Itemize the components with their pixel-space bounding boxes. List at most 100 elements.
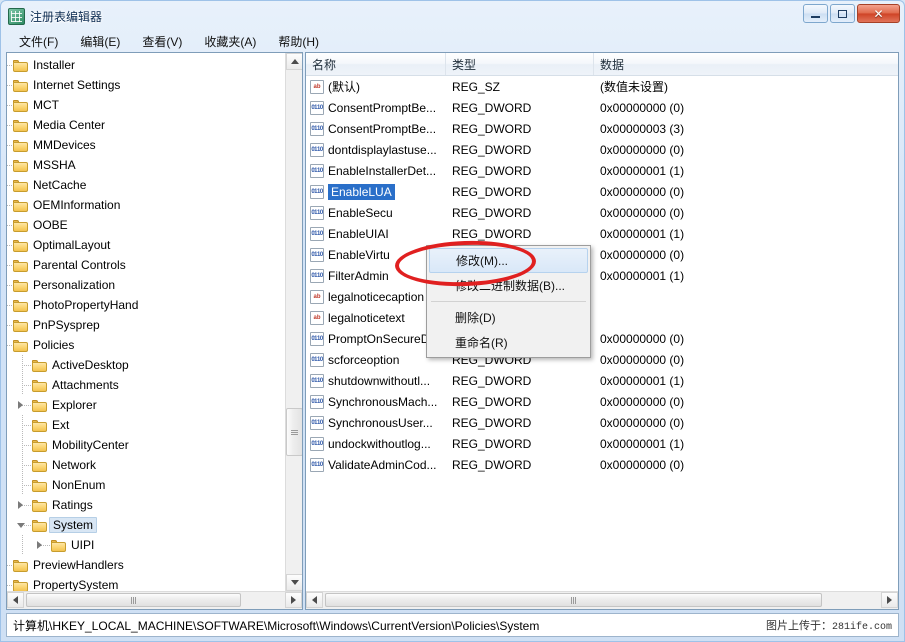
- table-row[interactable]: ablegalnoticecaptionREG_SZ: [306, 286, 898, 307]
- list-rows-area: ab(默认)REG_SZ(数值未设置)01 10ConsentPromptBe.…: [306, 76, 898, 591]
- tree-expand-arrow-icon[interactable]: [18, 501, 23, 509]
- watermark-prefix: 图片上传于：: [766, 620, 832, 632]
- maximize-button[interactable]: [830, 4, 855, 23]
- table-row[interactable]: 01 10dontdisplaylastuse...REG_DWORD0x000…: [306, 139, 898, 160]
- menu-item-2[interactable]: 查看(V): [132, 30, 192, 53]
- table-row[interactable]: ablegalnoticetextREG_SZ: [306, 307, 898, 328]
- tree-guide-dash: [7, 585, 12, 586]
- tree-node-system[interactable]: System: [7, 515, 302, 535]
- context-menu-item-0[interactable]: 修改(M)...: [429, 248, 588, 273]
- column-header-type[interactable]: 类型: [446, 53, 594, 75]
- table-row[interactable]: 01 10scforceoptionREG_DWORD0x00000000 (0…: [306, 349, 898, 370]
- folder-icon: [13, 319, 29, 332]
- tree-node-oobe[interactable]: OOBE: [7, 215, 302, 235]
- cell-type: REG_DWORD: [446, 458, 594, 472]
- table-row[interactable]: 01 10EnableLUAREG_DWORD0x00000000 (0): [306, 181, 898, 202]
- tree-node-activedesktop[interactable]: ActiveDesktop: [7, 355, 302, 375]
- tree-node-pnpsysprep[interactable]: PnPSysprep: [7, 315, 302, 335]
- tree-node-media-center[interactable]: Media Center: [7, 115, 302, 135]
- tree-node-netcache[interactable]: NetCache: [7, 175, 302, 195]
- table-row[interactable]: 01 10EnableSecuREG_DWORD0x00000000 (0): [306, 202, 898, 223]
- table-row[interactable]: 01 10EnableInstallerDet...REG_DWORD0x000…: [306, 160, 898, 181]
- value-name-text: ConsentPromptBe...: [328, 122, 436, 136]
- tree-node-explorer[interactable]: Explorer: [7, 395, 302, 415]
- close-button[interactable]: ✕: [857, 4, 900, 23]
- tree-guide-dash: [22, 425, 31, 426]
- tree-node-installer[interactable]: Installer: [7, 55, 302, 75]
- tree-node-previewhandlers[interactable]: PreviewHandlers: [7, 555, 302, 575]
- list-horizontal-scrollbar[interactable]: [306, 591, 898, 609]
- cell-data: 0x00000000 (0): [594, 185, 898, 199]
- menu-item-4[interactable]: 帮助(H): [268, 30, 329, 53]
- minimize-button[interactable]: [803, 4, 828, 23]
- tree-node-ratings[interactable]: Ratings: [7, 495, 302, 515]
- column-header-data[interactable]: 数据: [594, 53, 898, 75]
- cell-type: REG_DWORD: [446, 164, 594, 178]
- tree-horizontal-scrollbar[interactable]: [7, 591, 302, 609]
- tree-node-attachments[interactable]: Attachments: [7, 375, 302, 395]
- tree-node-mmdevices[interactable]: MMDevices: [7, 135, 302, 155]
- table-row[interactable]: 01 10SynchronousMach...REG_DWORD0x000000…: [306, 391, 898, 412]
- cell-type: REG_SZ: [446, 80, 594, 94]
- cell-name: 01 10EnableLUA: [306, 184, 446, 200]
- value-name-text: legalnoticecaption: [328, 290, 424, 304]
- tree-node-ext[interactable]: Ext: [7, 415, 302, 435]
- table-row[interactable]: ab(默认)REG_SZ(数值未设置): [306, 76, 898, 97]
- tree-scroll-thumb[interactable]: [286, 408, 302, 456]
- tree-guide-dash: [7, 145, 12, 146]
- tree-hscroll-left-button[interactable]: [7, 592, 24, 608]
- tree-node-nonenum[interactable]: NonEnum: [7, 475, 302, 495]
- tree-node-mssha[interactable]: MSSHA: [7, 155, 302, 175]
- tree-hscroll-thumb[interactable]: [26, 593, 241, 607]
- context-menu-item-2[interactable]: 删除(D): [427, 305, 590, 330]
- table-row[interactable]: 01 10EnableVirtuREG_DWORD0x00000000 (0): [306, 244, 898, 265]
- tree-node-parental-controls[interactable]: Parental Controls: [7, 255, 302, 275]
- tree-node-policies[interactable]: Policies: [7, 335, 302, 355]
- folder-icon: [32, 379, 48, 392]
- cell-name: 01 10EnableUIAI: [306, 227, 446, 241]
- menu-item-1[interactable]: 编辑(E): [70, 30, 130, 53]
- tree-node-internet-settings[interactable]: Internet Settings: [7, 75, 302, 95]
- menu-item-3[interactable]: 收藏夹(A): [194, 30, 266, 53]
- context-menu-item-1[interactable]: 修改二进制数据(B)...: [427, 273, 590, 298]
- context-menu-item-3[interactable]: 重命名(R): [427, 330, 590, 355]
- menu-item-0[interactable]: 文件(F): [9, 30, 68, 53]
- cell-name: 01 10shutdownwithoutl...: [306, 374, 446, 388]
- tree-node-mct[interactable]: MCT: [7, 95, 302, 115]
- tree-node-mobilitycenter[interactable]: MobilityCenter: [7, 435, 302, 455]
- tree-collapse-arrow-icon[interactable]: [17, 523, 25, 528]
- window-controls: ✕: [803, 4, 900, 23]
- tree-node-optimallayout[interactable]: OptimalLayout: [7, 235, 302, 255]
- tree-node-uipi[interactable]: UIPI: [7, 535, 302, 555]
- folder-icon: [32, 479, 48, 492]
- tree-node-photopropertyhand[interactable]: PhotoPropertyHand: [7, 295, 302, 315]
- tree-guide-dash: [7, 345, 12, 346]
- tree-expand-arrow-icon[interactable]: [18, 401, 23, 409]
- tree-node-network[interactable]: Network: [7, 455, 302, 475]
- table-row[interactable]: 01 10ConsentPromptBe...REG_DWORD0x000000…: [306, 118, 898, 139]
- tree-node-personalization[interactable]: Personalization: [7, 275, 302, 295]
- column-header-name[interactable]: 名称: [306, 53, 446, 75]
- table-row[interactable]: 01 10EnableUIAIREG_DWORD0x00000001 (1): [306, 223, 898, 244]
- list-hscroll-right-button[interactable]: [881, 592, 898, 608]
- tree-scroll-up-button[interactable]: [286, 53, 302, 70]
- tree-expand-arrow-icon[interactable]: [37, 541, 42, 549]
- tree-vertical-scrollbar[interactable]: [285, 53, 302, 591]
- tree-scroll-down-button[interactable]: [286, 574, 302, 591]
- table-row[interactable]: 01 10shutdownwithoutl...REG_DWORD0x00000…: [306, 370, 898, 391]
- dword-value-icon: 01 10: [310, 269, 324, 283]
- tree-node-propertysystem[interactable]: PropertySystem: [7, 575, 302, 591]
- table-row[interactable]: 01 10undockwithoutlog...REG_DWORD0x00000…: [306, 433, 898, 454]
- tree-hscroll-right-button[interactable]: [285, 592, 302, 608]
- table-row[interactable]: 01 10ValidateAdminCod...REG_DWORD0x00000…: [306, 454, 898, 475]
- tree-node-oeminformation[interactable]: OEMInformation: [7, 195, 302, 215]
- list-hscroll-thumb[interactable]: [325, 593, 822, 607]
- table-row[interactable]: 01 10PromptOnSecureD...REG_DWORD0x000000…: [306, 328, 898, 349]
- cell-name: ablegalnoticetext: [306, 311, 446, 325]
- table-row[interactable]: 01 10SynchronousUser...REG_DWORD0x000000…: [306, 412, 898, 433]
- table-row[interactable]: 01 10FilterAdminREG_DWORD0x00000001 (1): [306, 265, 898, 286]
- table-row[interactable]: 01 10ConsentPromptBe...REG_DWORD0x000000…: [306, 97, 898, 118]
- list-hscroll-left-button[interactable]: [306, 592, 323, 608]
- tree-node-label: PhotoPropertyHand: [33, 298, 138, 312]
- cell-data: 0x00000000 (0): [594, 353, 898, 367]
